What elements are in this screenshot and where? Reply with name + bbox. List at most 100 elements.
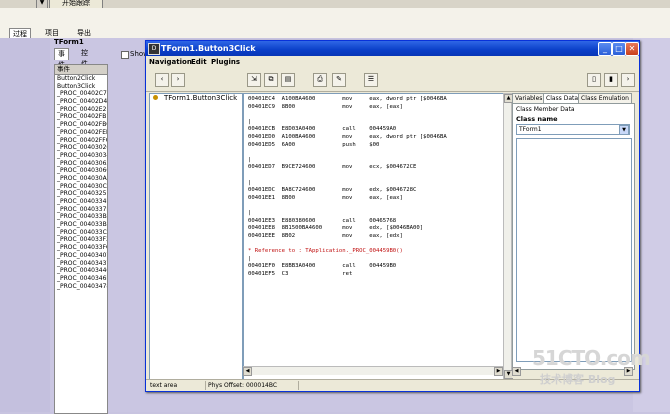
event-list-item[interactable]: _PROC_004033F3 bbox=[55, 236, 107, 244]
code-line[interactable]: 00401ED7 B9CE724600 mov ecx, $004672CE bbox=[248, 164, 416, 170]
class-data-body: Class Member Data Class name TForm1 ▼ bbox=[512, 103, 635, 370]
event-list-item[interactable]: _PROC_00403251 bbox=[55, 190, 107, 198]
tool-doc2-icon[interactable]: ▮ bbox=[604, 73, 618, 87]
code-line[interactable] bbox=[248, 240, 369, 246]
menu-bar: Navigation Edit Plugins bbox=[146, 57, 639, 68]
code-line[interactable]: 00401ED0 A100BA4600 mov eax, dword ptr [… bbox=[248, 134, 447, 140]
tool-goto-icon[interactable]: ⇲ bbox=[247, 73, 261, 87]
event-list-item[interactable]: _PROC_00402E21 bbox=[55, 106, 107, 114]
code-line[interactable]: 00401EF0 E8BB3A0400 call 004459B0 bbox=[248, 263, 396, 269]
tool-save-icon[interactable]: ▤ bbox=[281, 73, 295, 87]
background-left-pane bbox=[0, 38, 51, 412]
event-list-item[interactable]: _PROC_00402FEB bbox=[55, 129, 107, 137]
close-button[interactable]: ✕ bbox=[625, 42, 639, 56]
tool-doc-icon[interactable]: ▯ bbox=[587, 73, 601, 87]
code-line[interactable]: 00401EC9 8B00 mov eax, [eax] bbox=[248, 104, 403, 110]
tool-pen-icon[interactable]: ✎ bbox=[332, 73, 346, 87]
event-list-item[interactable]: _PROC_00403407 bbox=[55, 252, 107, 260]
code-line[interactable]: | bbox=[248, 157, 369, 163]
event-list-item[interactable]: _PROC_00403478 bbox=[55, 283, 107, 291]
event-list-item[interactable]: _PROC_00403437 bbox=[55, 260, 107, 268]
event-list-item[interactable]: _PROC_004030A0 bbox=[55, 175, 107, 183]
code-line[interactable]: 00401EE3 E880380600 call 00465768 bbox=[248, 218, 396, 224]
code-line[interactable]: 00401EE8 8B1500BA4600 mov edx, [$0046BA0… bbox=[248, 225, 423, 231]
event-list-item[interactable]: _PROC_00403063 bbox=[55, 160, 107, 168]
event-list-item[interactable]: _PROC_0040306C bbox=[55, 167, 107, 175]
event-list-item[interactable]: _PROC_00402FB1 bbox=[55, 113, 107, 121]
event-list-item[interactable]: Button2Click bbox=[55, 75, 107, 83]
code-line[interactable] bbox=[248, 202, 369, 208]
code-line[interactable]: 00401EE1 8B00 mov eax, [eax] bbox=[248, 195, 403, 201]
tab-class-emulation[interactable]: Class Emulation bbox=[578, 93, 632, 103]
class-member-label: Class Member Data bbox=[516, 106, 575, 113]
chevron-down-icon[interactable]: ▼ bbox=[619, 125, 629, 135]
tab-class-data[interactable]: Class Data bbox=[543, 93, 582, 103]
code-line[interactable]: | bbox=[248, 210, 369, 216]
maximize-button[interactable]: □ bbox=[612, 42, 626, 56]
app-icon: D bbox=[148, 43, 160, 55]
event-list-item[interactable]: _PROC_004033B8 bbox=[55, 221, 107, 229]
event-list-item[interactable]: _PROC_004030C8 bbox=[55, 183, 107, 191]
scroll-right-icon[interactable]: ▶ bbox=[494, 367, 503, 376]
event-list-item[interactable]: _PROC_00403026 bbox=[55, 144, 107, 152]
show-checkbox[interactable] bbox=[121, 51, 129, 59]
disassembly-view[interactable]: 00401EC4 A100BA4600 mov eax, dword ptr [… bbox=[243, 93, 505, 380]
code-line[interactable]: 00401EDC BA8C724600 mov edx, $0046728C bbox=[248, 187, 416, 193]
code-line[interactable]: 00401ED5 6A00 push $00 bbox=[248, 142, 379, 148]
tab-controls[interactable]: 控件 bbox=[78, 48, 91, 68]
code-line[interactable]: 00401ECB E8D03A0400 call 004459A0 bbox=[248, 126, 396, 132]
code-line[interactable]: 00401EEE 8B02 mov eax, [edx] bbox=[248, 233, 403, 239]
event-list-header: 事件 bbox=[55, 65, 107, 75]
class-member-list[interactable] bbox=[516, 138, 632, 362]
code-line[interactable]: | bbox=[248, 256, 369, 262]
panel-scroll-left-icon[interactable]: ◀ bbox=[512, 367, 521, 376]
title-bar[interactable]: D TForm1.Button3Click _ □ ✕ bbox=[146, 41, 639, 56]
event-list-item[interactable]: Button3Click bbox=[55, 83, 107, 91]
class-name-select[interactable]: TForm1 bbox=[516, 124, 630, 135]
event-list-item[interactable]: _PROC_004033BC bbox=[55, 213, 107, 221]
event-list-item[interactable]: _PROC_0040337B bbox=[55, 206, 107, 214]
menu-navigation[interactable]: Navigation bbox=[149, 58, 192, 66]
horizontal-scrollbar[interactable]: ◀ ▶ bbox=[243, 366, 503, 376]
event-list-item[interactable]: _PROC_00402C79 bbox=[55, 90, 107, 98]
reference-comment[interactable]: * Reference to : TApplication._PROC_0044… bbox=[248, 248, 403, 254]
tab-variables[interactable]: Variables bbox=[512, 93, 546, 103]
watermark-sub: 技术博客 Blog bbox=[540, 373, 616, 386]
code-line[interactable]: 00401EF5 C3 ret bbox=[248, 271, 369, 277]
menu-edit[interactable]: Edit bbox=[191, 58, 207, 66]
event-list-item[interactable]: _PROC_004033FC bbox=[55, 244, 107, 252]
code-window: D TForm1.Button3Click _ □ ✕ Navigation E… bbox=[145, 40, 640, 392]
event-list-item[interactable]: _PROC_004033C4 bbox=[55, 229, 107, 237]
vertical-scrollbar[interactable]: ▲ ▼ bbox=[503, 93, 513, 380]
tab-events[interactable]: 事件 bbox=[54, 48, 69, 69]
watermark: 51CTO.com 技术博客 Blog bbox=[528, 346, 668, 396]
tool-list-icon[interactable]: ☰ bbox=[364, 73, 378, 87]
event-list-item[interactable]: _PROC_00403034 bbox=[55, 152, 107, 160]
tool-print-icon[interactable]: ⎙ bbox=[313, 73, 327, 87]
event-list-item[interactable]: _PROC_0040334D bbox=[55, 198, 107, 206]
event-list: 事件 Button2Click Button3Click _PROC_00402C7… bbox=[54, 64, 108, 414]
window-title: TForm1.Button3Click bbox=[161, 44, 256, 53]
code-line[interactable]: 00401EC4 A100BA4600 mov eax, dword ptr [… bbox=[248, 96, 447, 102]
minimize-button[interactable]: _ bbox=[598, 42, 612, 56]
code-line[interactable] bbox=[248, 172, 369, 178]
code-line[interactable]: | bbox=[248, 180, 369, 186]
event-list-item[interactable]: _PROC_00402FFC bbox=[55, 137, 107, 145]
tool-next-icon[interactable]: › bbox=[621, 73, 635, 87]
event-list-item[interactable]: _PROC_00402D4D bbox=[55, 98, 107, 106]
code-line[interactable] bbox=[248, 149, 369, 155]
back-arrow-icon[interactable]: ‹ bbox=[155, 73, 169, 87]
tool-copy-icon[interactable]: ⧉ bbox=[264, 73, 278, 87]
scroll-left-icon[interactable]: ◀ bbox=[243, 367, 252, 376]
code-line[interactable] bbox=[248, 111, 369, 117]
event-list-item[interactable]: _PROC_0040346F bbox=[55, 275, 107, 283]
procedure-icon bbox=[153, 95, 158, 100]
forward-arrow-icon[interactable]: › bbox=[171, 73, 185, 87]
event-list-item[interactable]: _PROC_00402FBC bbox=[55, 121, 107, 129]
nav-item-button3click[interactable]: TForm1.Button3Click bbox=[164, 94, 237, 102]
code-line[interactable]: | bbox=[248, 119, 369, 125]
form-title: TForm1 bbox=[54, 38, 84, 46]
event-list-item[interactable]: _PROC_00403440 bbox=[55, 267, 107, 275]
navigation-tree: TForm1.Button3Click bbox=[149, 93, 243, 380]
menu-plugins[interactable]: Plugins bbox=[211, 58, 240, 66]
